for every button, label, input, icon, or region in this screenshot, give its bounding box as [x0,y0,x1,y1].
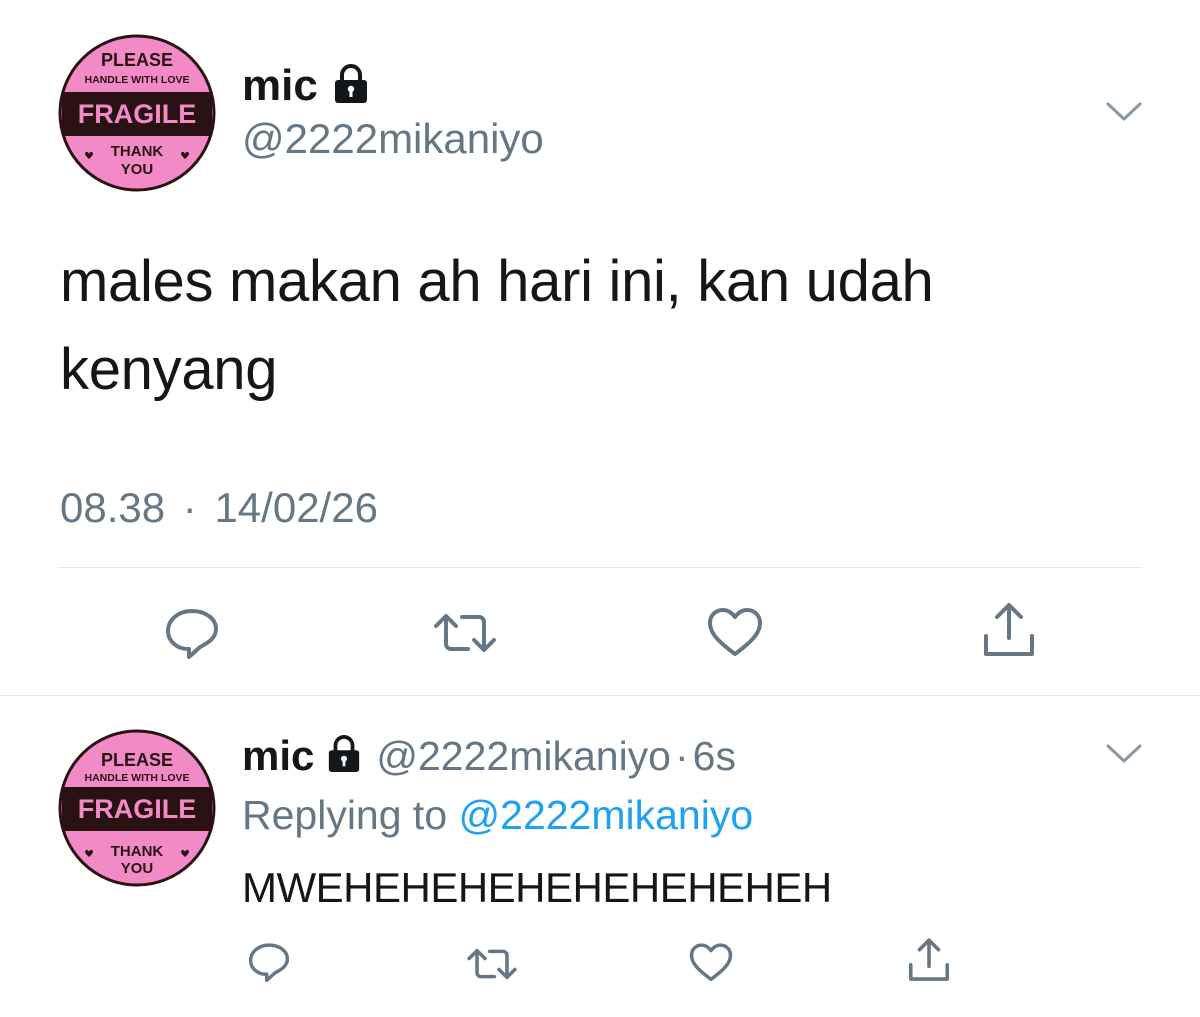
share-icon [908,938,950,981]
reply-author-name[interactable]: mic [242,732,314,780]
avatar-text-fragile: FRAGILE [78,99,197,129]
retweet-icon [467,948,517,980]
tweet-timestamp[interactable]: 08.38 · 14/02/26 [60,484,378,532]
share-button[interactable] [980,600,1038,660]
avatar-text-you: YOU [121,161,154,178]
reply-retweet-button[interactable] [466,944,518,984]
reply-text: MWEHEHEHEHEHEHEHEHEH [242,864,832,911]
avatar-text-you: YOU [121,860,154,877]
replying-to-link[interactable]: @2222mikaniyo [459,792,754,838]
tweet-text-line: kenyang [60,337,278,402]
chevron-down-icon[interactable] [1104,740,1144,771]
like-icon [689,943,733,982]
like-button[interactable] [706,606,764,660]
reply-reply-button[interactable] [246,940,292,984]
avatar-text-fragile: FRAGILE [78,794,197,824]
chevron-down-icon[interactable] [1104,98,1144,129]
avatar-text-thank: THANK [111,843,164,860]
avatar-text-thank: THANK [111,143,164,160]
avatar[interactable]: PLEASE HANDLE WITH LOVE FRAGILE THANK YO… [58,34,216,192]
replying-to: Replying to @2222mikaniyo [242,792,753,839]
avatar-text-please: PLEASE [101,750,173,770]
reply-author-handle[interactable]: @2222mikaniyo [376,733,671,780]
retweet-button[interactable] [432,608,498,658]
tweet-date: 14/02/26 [214,484,378,531]
avatar-text-handle: HANDLE WITH LOVE [85,74,190,86]
retweet-icon [434,614,496,652]
tweet-time: 08.38 [60,484,166,531]
avatar-text-handle: HANDLE WITH LOVE [85,772,190,784]
reply-like-button[interactable] [688,942,734,984]
share-icon [984,603,1034,656]
divider [58,567,1142,568]
author-name[interactable]: mic [242,61,318,111]
author-handle[interactable]: @2222mikaniyo [242,115,544,163]
reply-button[interactable] [162,605,222,661]
reply-icon [248,943,290,983]
reply-avatar[interactable]: PLEASE HANDLE WITH LOVE FRAGILE THANK YO… [58,729,216,887]
avatar-text-please: PLEASE [101,50,173,70]
meta-separator: · [182,484,197,531]
reply-share-button[interactable] [906,936,952,984]
reply-relative-time[interactable]: 6s [693,733,736,780]
divider [0,695,1200,696]
reply-time-separator: · [674,732,689,779]
reply-icon [166,609,218,659]
tweet-text-line: males makan ah hari ini, kan udah [60,249,934,314]
lock-icon [332,63,370,109]
replying-to-prefix: Replying to [242,792,448,838]
tweet-text: males makan ah hari ini, kan udah kenyan… [60,238,934,414]
lock-icon [326,734,362,778]
like-icon [708,608,762,656]
